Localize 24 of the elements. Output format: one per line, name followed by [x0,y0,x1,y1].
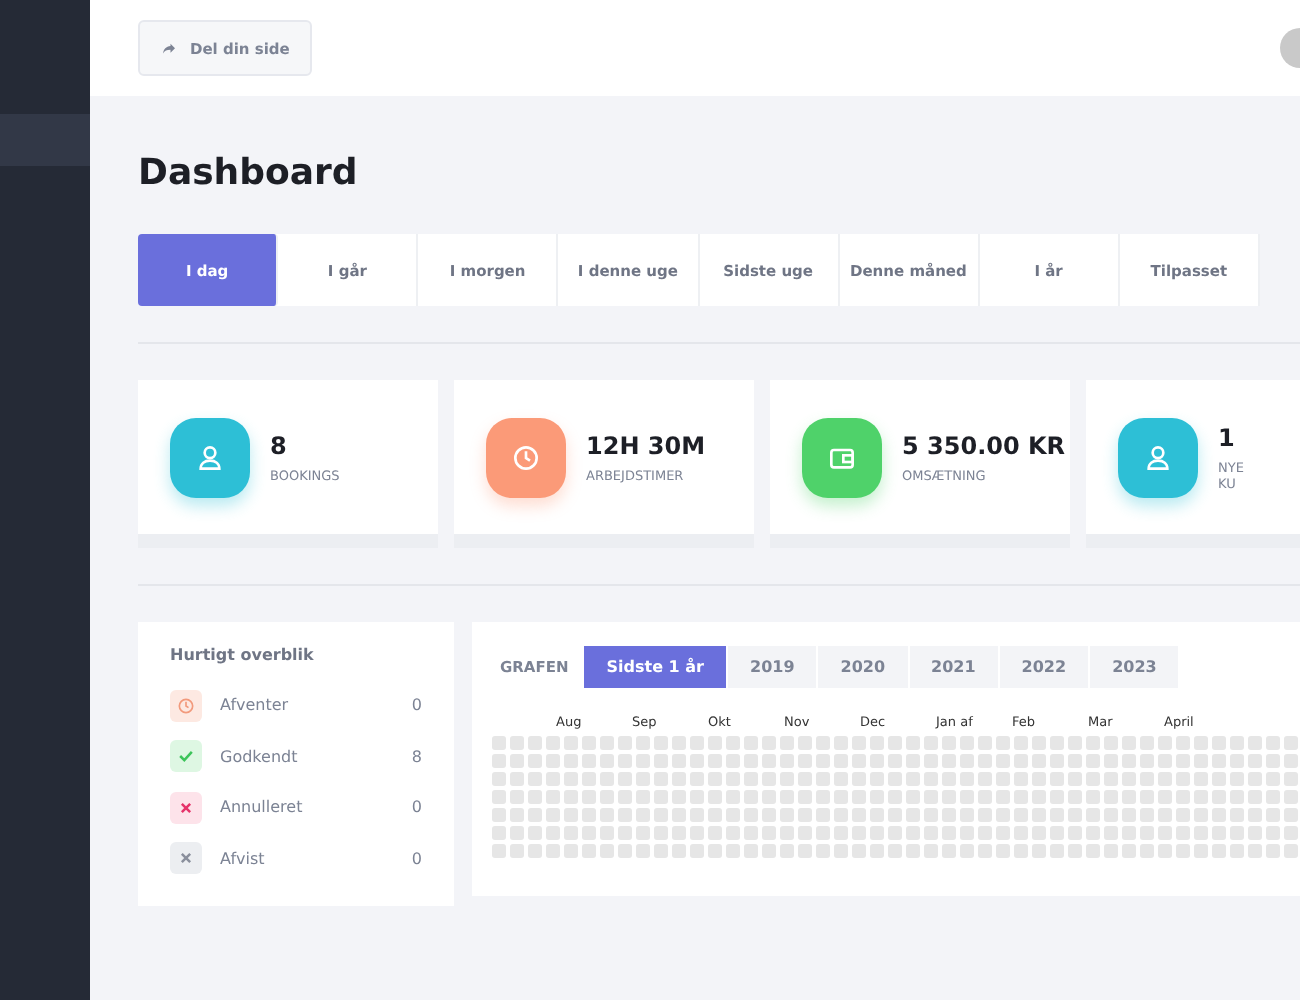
share-icon [160,39,178,57]
year-tab[interactable]: Sidste 1 år [584,646,728,688]
clock-icon [176,695,196,716]
stat-value: 5 350.00 KR [902,431,1066,459]
stat-value: 8 [270,431,289,459]
page-title: Dashboard [138,152,360,194]
clock-icon [510,441,542,473]
status-count: 0 [411,849,422,868]
status-label: Godkendt [220,747,300,766]
status-count: 0 [411,696,422,715]
status-label: Afventer [220,696,291,715]
status-count: 0 [411,798,422,817]
user-icon [194,441,226,473]
cross-icon [176,848,196,869]
stat-value: 1 [1218,423,1237,451]
overview-title: Hurtigt overblik [170,646,316,664]
cross-icon [176,797,196,818]
status-label: Annulleret [220,798,305,817]
sidebar-item[interactable] [0,114,90,166]
stat-value: 12H 30M [586,431,706,459]
check-icon [176,746,196,767]
status-count: 8 [411,747,422,766]
status-label: Afvist [220,849,267,868]
user-icon [1142,441,1174,473]
